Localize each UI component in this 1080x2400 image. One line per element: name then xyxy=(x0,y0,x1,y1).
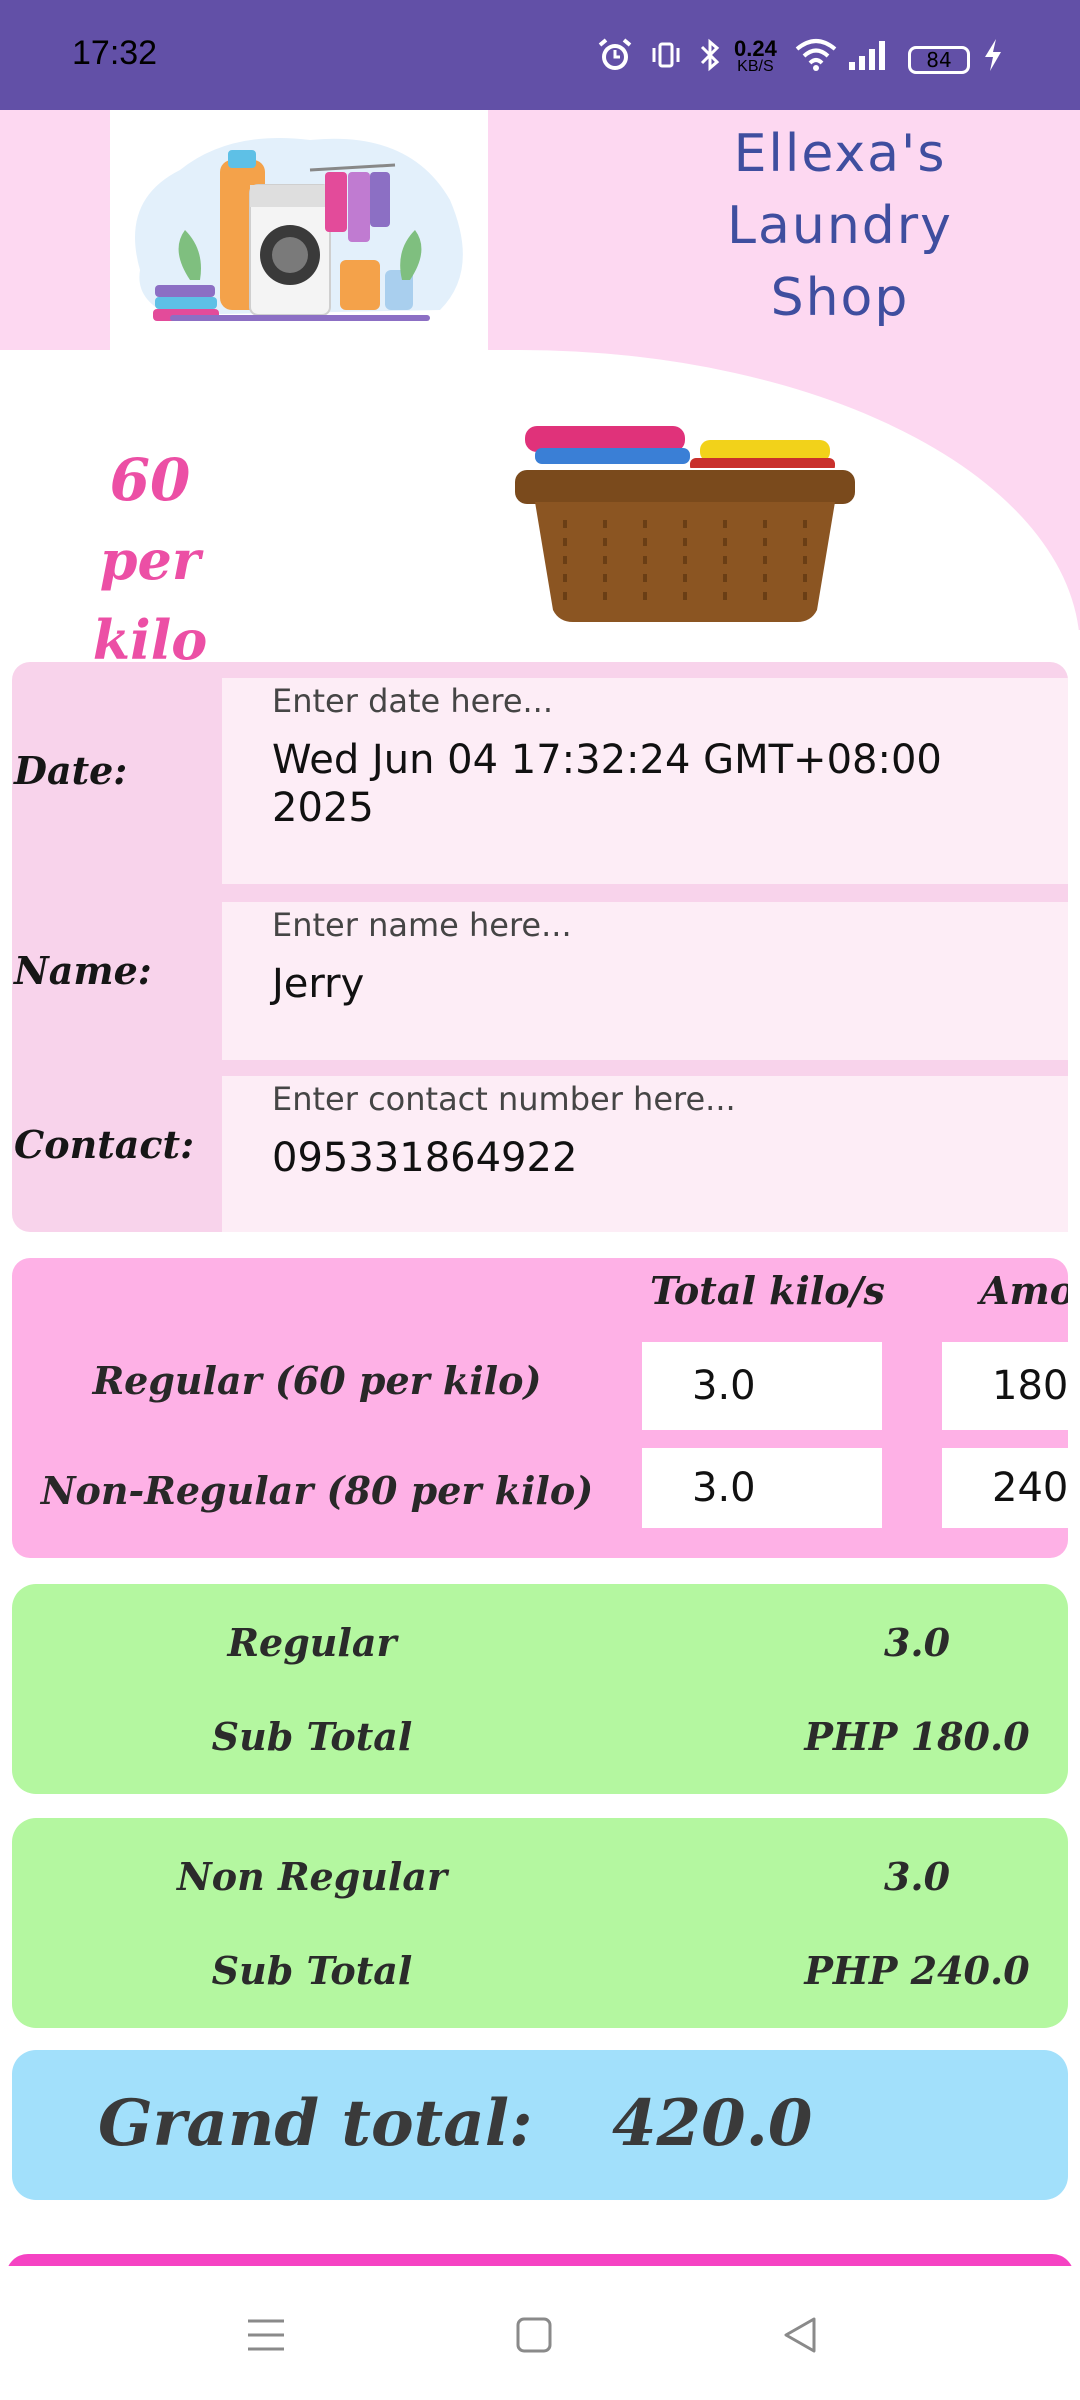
amount-header: Amo xyxy=(980,1268,1068,1313)
price-value: 60 xyxy=(109,446,191,514)
nonregular-kilos-value: 3.0 xyxy=(692,1465,756,1511)
regular-subtotal-label: Sub Total xyxy=(211,1714,413,1759)
status-time: 17:32 xyxy=(72,34,158,72)
regular-summary-card: Regular 3.0 Sub Total PHP 180.0 xyxy=(12,1584,1068,1794)
nonregular-kilos-input[interactable]: 3.0 xyxy=(642,1448,882,1528)
menu-icon[interactable] xyxy=(226,2300,306,2370)
regular-summary-title: Regular xyxy=(227,1620,397,1665)
regular-kilos-value: 3.0 xyxy=(692,1363,756,1409)
grand-total-value: 420.0 xyxy=(612,2086,813,2161)
laundry-basket-image xyxy=(505,410,875,640)
bluetooth-icon xyxy=(692,30,728,80)
regular-subtotal-value: PHP 180.0 xyxy=(804,1714,1030,1759)
nonregular-amount-field[interactable]: 240 xyxy=(942,1448,1068,1528)
nonregular-subtotal-value: PHP 240.0 xyxy=(804,1948,1030,1993)
regular-summary-kilos: 3.0 xyxy=(883,1620,951,1665)
name-label: Name: xyxy=(14,948,152,993)
name-value: Jerry xyxy=(272,961,365,1007)
name-placeholder: Enter name here... xyxy=(272,906,572,944)
contact-value: 095331864922 xyxy=(272,1135,578,1181)
vibrate-icon xyxy=(646,30,686,80)
nonregular-summary-card: Non Regular 3.0 Sub Total PHP 240.0 xyxy=(12,1818,1068,2028)
date-value-line1: Wed Jun 04 17:32:24 GMT+08:00 xyxy=(272,737,942,783)
price-unit: per kilo xyxy=(92,528,208,672)
date-field[interactable]: Enter date here... Wed Jun 04 17:32:24 G… xyxy=(222,678,1068,884)
contact-placeholder: Enter contact number here... xyxy=(272,1080,736,1118)
grand-total-label: Grand total: xyxy=(98,2086,533,2161)
net-speed-value: 0.24 xyxy=(734,36,777,61)
shop-title-line3: Shop xyxy=(770,268,910,328)
alarm-icon xyxy=(592,30,638,80)
price-per-kilo: 60 per kilo xyxy=(40,440,260,680)
home-icon[interactable] xyxy=(494,2300,574,2370)
network-speed: 0.24 KB/S xyxy=(734,36,777,76)
total-kilos-header: Total kilo/s xyxy=(650,1268,885,1313)
shop-title-line2: Laundry xyxy=(727,196,953,256)
battery-level: 84 xyxy=(926,48,952,72)
nonregular-amount-value: 240 xyxy=(992,1465,1068,1511)
date-label: Date: xyxy=(14,748,128,793)
regular-amount-value: 180 xyxy=(992,1363,1068,1409)
back-icon[interactable] xyxy=(760,2300,840,2370)
wifi-icon xyxy=(792,30,840,80)
signal-icon xyxy=(844,30,894,80)
contact-label: Contact: xyxy=(14,1122,195,1167)
battery-icon: 84 xyxy=(908,46,970,74)
date-value-line2: 2025 xyxy=(272,785,374,831)
contact-field[interactable]: Enter contact number here... 09533186492… xyxy=(222,1076,1068,1232)
nonregular-summary-title: Non Regular xyxy=(177,1854,447,1899)
net-speed-unit: KB/S xyxy=(737,58,774,75)
laundry-logo xyxy=(110,110,488,350)
shop-title-line1: Ellexa's xyxy=(733,124,947,184)
regular-label: Regular (60 per kilo) xyxy=(92,1358,542,1403)
regular-kilos-input[interactable]: 3.0 xyxy=(642,1342,882,1430)
date-value: Wed Jun 04 17:32:24 GMT+08:00 2025 xyxy=(272,736,942,832)
nonregular-summary-kilos: 3.0 xyxy=(883,1854,951,1899)
nonregular-subtotal-label: Sub Total xyxy=(211,1948,413,1993)
name-field[interactable]: Enter name here... Jerry xyxy=(222,902,1068,1060)
shop-title: Ellexa's Laundry Shop xyxy=(700,118,980,334)
kilo-input-card: Total kilo/s Amo Regular (60 per kilo) 3… xyxy=(12,1258,1068,1558)
charging-icon xyxy=(976,30,1010,80)
date-placeholder: Enter date here... xyxy=(272,682,554,720)
regular-amount-field[interactable]: 180 xyxy=(942,1342,1068,1430)
grand-total-card: Grand total: 420.0 xyxy=(12,2050,1068,2200)
nonregular-label: Non-Regular (80 per kilo) xyxy=(40,1468,594,1513)
